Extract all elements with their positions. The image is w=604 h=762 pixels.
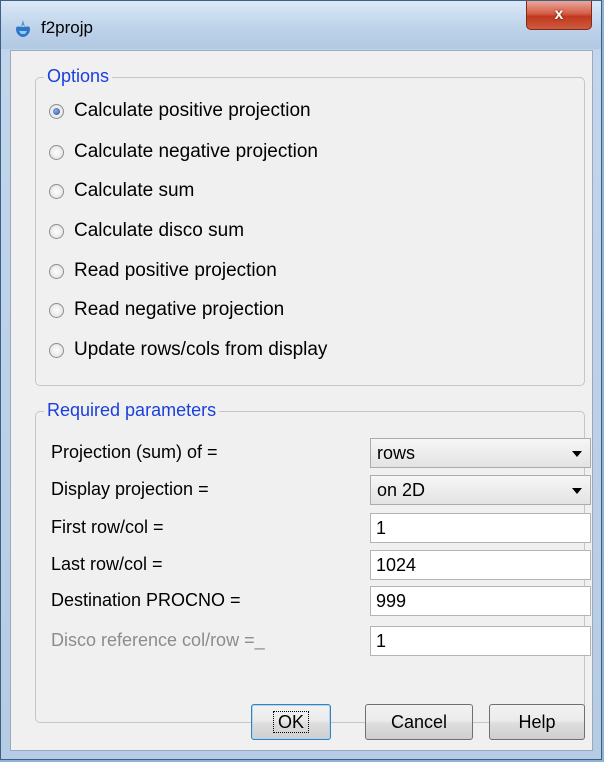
first-rowcol-label: First row/col = [51, 517, 164, 537]
radio-label: Read negative projection [74, 299, 285, 320]
radio-update-rows-cols-from-display[interactable]: Update rows/cols from display [49, 337, 327, 363]
title-bar[interactable]: f2projp x [1, 1, 601, 49]
close-icon: x [554, 6, 564, 23]
radio-icon[interactable] [49, 263, 64, 279]
topspin-app-icon [16, 20, 30, 37]
projection-sum-of-value: rows [377, 443, 416, 463]
destination-procno-label: Destination PROCNO = [51, 590, 241, 610]
radio-label: Update rows/cols from display [74, 339, 328, 360]
help-button[interactable]: Help [489, 704, 585, 740]
projection-sum-of-dropdown[interactable]: rows [370, 438, 591, 468]
options-group-title: Options [44, 66, 113, 87]
display-projection-label: Display projection = [51, 479, 209, 499]
radio-label: Calculate negative projection [74, 141, 318, 162]
radio-icon[interactable] [49, 342, 64, 358]
close-button[interactable]: x [526, 1, 592, 30]
radio-calculate-negative-projection[interactable]: Calculate negative projection [49, 139, 318, 165]
projection-sum-of-label: Projection (sum) of = [51, 442, 218, 462]
radio-label: Read positive projection [74, 260, 277, 281]
display-projection-value: on 2D [377, 480, 426, 500]
dialog-client-area: Options Calculate positive projection Ca… [10, 50, 593, 751]
first-rowcol-input[interactable]: 1 [370, 513, 591, 543]
radio-icon[interactable] [49, 302, 64, 318]
radio-calculate-disco-sum[interactable]: Calculate disco sum [49, 218, 244, 244]
dialog-window: f2projp x Options Calculate positive pro… [0, 0, 602, 760]
window-title: f2projp [41, 18, 93, 37]
ok-button[interactable]: OK [251, 704, 331, 740]
chevron-down-icon[interactable] [572, 488, 582, 494]
radio-label: Calculate sum [74, 180, 195, 201]
cancel-button[interactable]: Cancel [365, 704, 473, 740]
chevron-down-icon[interactable] [572, 451, 582, 457]
radio-selected-icon[interactable] [49, 103, 64, 119]
display-projection-dropdown[interactable]: on 2D [370, 475, 591, 505]
radio-icon[interactable] [49, 223, 64, 239]
disco-reference-input[interactable]: 1 [370, 626, 591, 656]
radio-label: Calculate positive projection [74, 100, 311, 121]
ok-button-label: OK [272, 711, 310, 733]
radio-read-positive-projection[interactable]: Read positive projection [49, 258, 277, 284]
radio-icon[interactable] [49, 144, 64, 160]
cancel-button-label: Cancel [390, 712, 448, 732]
radio-label: Calculate disco sum [74, 220, 245, 241]
options-group: Options Calculate positive projection Ca… [35, 66, 585, 386]
help-button-label: Help [518, 712, 556, 732]
destination-procno-input[interactable]: 999 [370, 586, 591, 616]
radio-icon[interactable] [49, 183, 64, 199]
disco-reference-label: Disco reference col/row =_ [51, 630, 265, 650]
last-rowcol-label: Last row/col = [51, 554, 163, 574]
required-parameters-group-title: Required parameters [44, 400, 220, 421]
last-rowcol-input[interactable]: 1024 [370, 550, 591, 580]
radio-calculate-positive-projection[interactable]: Calculate positive projection [49, 98, 311, 124]
radio-read-negative-projection[interactable]: Read negative projection [49, 297, 284, 323]
radio-calculate-sum[interactable]: Calculate sum [49, 178, 194, 204]
